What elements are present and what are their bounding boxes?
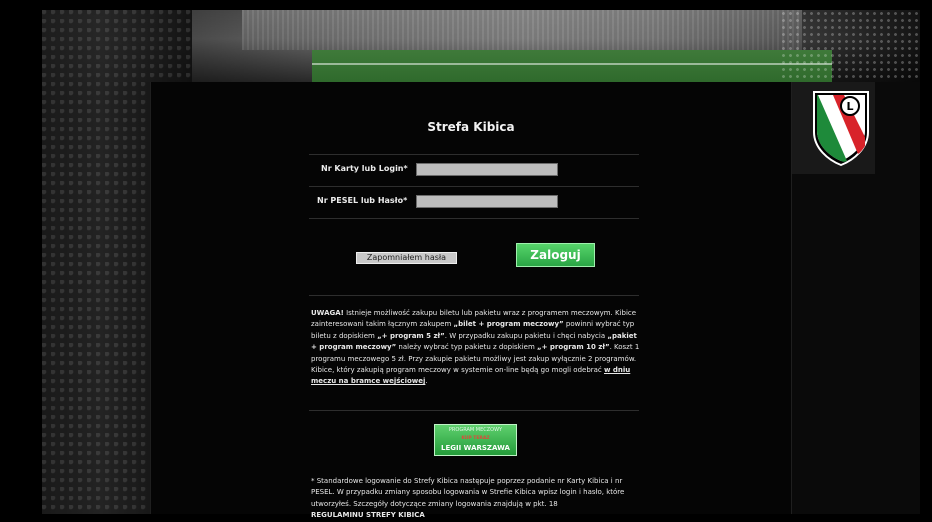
stadium-pitch [312, 50, 832, 82]
halftone-dots [780, 10, 920, 80]
divider-mid [309, 186, 639, 187]
divider-bottom [309, 218, 639, 219]
forgot-password-button[interactable]: Zapomniałem hasła [356, 252, 457, 264]
password-label: Nr PESEL lub Hasło* [317, 196, 408, 205]
login-button[interactable]: Zaloguj [516, 243, 595, 267]
login-panel: Strefa Kibica Nr Karty lub Login* Nr PES… [150, 82, 792, 519]
notice-warning: UWAGA! [311, 309, 344, 317]
password-input[interactable] [416, 195, 558, 208]
footer-note: * Standardowe logowanie do Strefy Kibica… [311, 477, 625, 520]
divider-promo-top [309, 410, 639, 411]
logo-letter: L [846, 100, 853, 113]
legia-logo[interactable]: L [808, 88, 874, 166]
promo-line3: LEGII WARSZAWA [441, 444, 510, 452]
pitch-line [312, 63, 832, 65]
login-label: Nr Karty lub Login* [321, 164, 408, 173]
stadium-stands [242, 10, 802, 50]
login-input[interactable] [416, 163, 558, 176]
promo-banner[interactable]: PROGRAM MECZOWY KUP TERAZ LEGII WARSZAWA [434, 424, 517, 456]
promo-line1: PROGRAM MECZOWY [448, 427, 503, 433]
divider-notice-top [309, 295, 639, 296]
page-title: Strefa Kibica [427, 120, 515, 134]
notice-text: UWAGA! Istnieje możliwość zakupu biletu … [311, 309, 640, 386]
divider-top [309, 154, 639, 155]
promo-line2: KUP TERAZ [461, 436, 490, 441]
regulations-link: REGULAMINU STREFY KIBICA [311, 511, 425, 520]
